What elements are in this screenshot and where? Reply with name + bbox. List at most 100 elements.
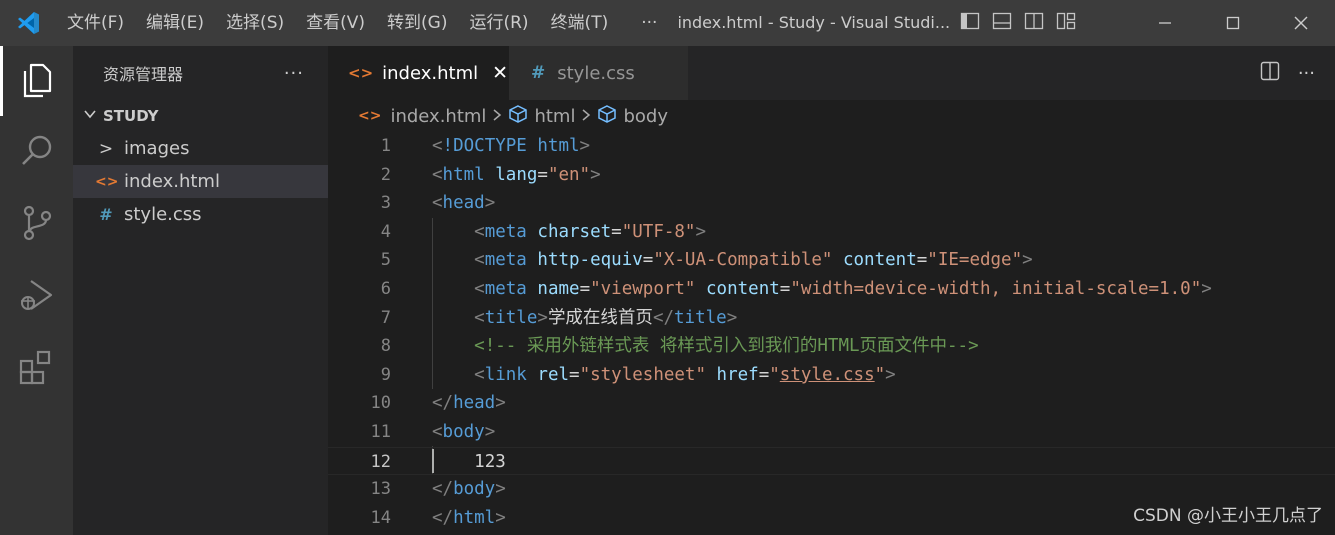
menu-item[interactable]: 运行(R)	[458, 0, 539, 46]
code-token: </	[652, 307, 675, 328]
source-control-activity-button[interactable]	[0, 190, 73, 260]
code-line[interactable]: 12 123	[328, 446, 1335, 477]
extensions-activity-button[interactable]	[0, 334, 73, 404]
code-token: head	[453, 393, 496, 414]
code-text: <title>学成在线首页</title>	[432, 304, 737, 333]
breadcrumb-body[interactable]: body	[623, 106, 668, 127]
code-token: "IE=edge"	[927, 250, 1023, 271]
code-token: >	[885, 364, 896, 385]
toggle-secondary-sidebar-icon[interactable]	[1024, 11, 1044, 35]
code-line[interactable]: 7 <title>学成在线首页</title>	[328, 304, 1335, 333]
search-icon	[19, 133, 55, 173]
code-line[interactable]: 6 <meta name="viewport" content="width=d…	[328, 275, 1335, 304]
menu-item[interactable]: 查看(V)	[295, 0, 376, 46]
customize-layout-icon[interactable]	[1056, 11, 1076, 35]
code-text: 123	[432, 448, 506, 477]
file-tree: > images <> index.html # style.css	[73, 132, 328, 231]
chevron-right-icon: >	[98, 138, 114, 159]
split-editor-icon[interactable]	[1260, 61, 1280, 85]
run-debug-icon	[18, 276, 56, 318]
code-text: <!DOCTYPE html>	[432, 132, 590, 161]
tab-index-html[interactable]: <> index.html ✕	[328, 46, 509, 100]
code-token: href	[716, 364, 759, 385]
watermark: CSDN @小王小王几点了	[1133, 506, 1323, 526]
code-line[interactable]: 1 <!DOCTYPE html>	[328, 132, 1335, 161]
tab-style-css[interactable]: # style.css	[509, 46, 688, 100]
code-token: >	[726, 307, 738, 328]
code-line[interactable]: 2 <html lang="en">	[328, 161, 1335, 190]
code-token: title	[484, 307, 538, 328]
window-title: index.html - Study - Visual Studi...	[677, 13, 951, 32]
code-line[interactable]: 4 <meta charset="UTF-8">	[328, 218, 1335, 247]
code-token: <	[432, 193, 443, 214]
toggle-primary-sidebar-icon[interactable]	[960, 11, 980, 35]
code-token: =	[758, 364, 770, 385]
code-token: >	[590, 164, 601, 185]
breadcrumb-file[interactable]: index.html	[390, 106, 486, 127]
code-text: <link rel="stylesheet" href="style.css">	[432, 361, 896, 390]
code-token: "	[769, 364, 780, 385]
code-line[interactable]: 11 <body>	[328, 418, 1335, 447]
code-line[interactable]: 10 </head>	[328, 389, 1335, 418]
file-tree-item[interactable]: > images	[73, 132, 328, 165]
code-token: name	[537, 279, 580, 299]
title-bar: 文件(F) 编辑(E) 选择(S) 查看(V) 转到(G) 运行(R) 终端(T) ··· …	[0, 0, 1335, 46]
code-text: <meta charset="UTF-8">	[432, 218, 706, 247]
line-number: 5	[380, 250, 391, 271]
chevron-down-icon	[83, 107, 103, 125]
code-token: !DOCTYPE	[442, 136, 527, 156]
code-token: </	[432, 393, 454, 414]
code-token: meta	[484, 279, 527, 299]
code-text: <!-- 采用外链样式表 将样式引入到我们的HTML页面文件中-->	[432, 332, 979, 361]
code-line[interactable]: 9 <link rel="stylesheet" href="style.css…	[328, 361, 1335, 390]
minimize-button[interactable]	[1131, 0, 1199, 46]
html-file-icon: <>	[348, 64, 374, 82]
explorer-activity-button[interactable]	[0, 46, 73, 116]
file-tree-label: images	[124, 138, 190, 159]
code-token: >	[537, 307, 548, 328]
breadcrumb-html[interactable]: html	[534, 106, 575, 127]
search-activity-button[interactable]	[0, 118, 73, 188]
run-debug-activity-button[interactable]	[0, 262, 73, 332]
file-tree-item[interactable]: <> index.html	[73, 165, 328, 198]
code-line[interactable]: 5 <meta http-equiv="X-UA-Compatible" con…	[328, 246, 1335, 275]
text-cursor	[432, 448, 434, 473]
code-token: "viewport"	[590, 279, 696, 299]
menu-item[interactable]: 编辑(E)	[135, 0, 215, 46]
line-number: 7	[380, 307, 391, 328]
code-token: >	[495, 393, 506, 414]
toggle-panel-icon[interactable]	[992, 11, 1012, 35]
code-line[interactable]: 8 <!-- 采用外链样式表 将样式引入到我们的HTML页面文件中-->	[328, 332, 1335, 361]
menu-item[interactable]: 转到(G)	[376, 0, 458, 46]
code-token: =	[916, 250, 928, 271]
file-tree-item[interactable]: # style.css	[73, 198, 328, 231]
code-token: rel	[537, 364, 570, 385]
code-text: </body>	[432, 475, 506, 504]
menu-more-button[interactable]: ···	[619, 0, 671, 46]
menu-item[interactable]: 选择(S)	[215, 0, 295, 46]
code-token: <	[474, 307, 485, 328]
folder-study[interactable]: STUDY	[73, 100, 328, 132]
menu-item[interactable]: 终端(T)	[540, 0, 620, 46]
code-token: <!-- 采用外链样式表 将样式引入到我们的HTML页面文件中-->	[474, 336, 979, 357]
close-icon[interactable]: ✕	[492, 62, 508, 84]
code-token: 学成在线首页	[547, 307, 653, 328]
code-text: <head>	[432, 189, 495, 218]
code-token: </	[432, 507, 454, 528]
maximize-button[interactable]	[1199, 0, 1267, 46]
menu-item[interactable]: 文件(F)	[56, 0, 135, 46]
code-line[interactable]: 13 </body>	[328, 475, 1335, 504]
code-token: =	[579, 279, 591, 299]
code-token: <	[474, 279, 485, 299]
explorer-more-actions-button[interactable]: ···	[284, 63, 304, 84]
code-text: </html>	[432, 504, 506, 533]
chevron-right-icon	[492, 106, 502, 127]
editor-more-actions-button[interactable]: ···	[1298, 63, 1315, 84]
code-editor[interactable]: 1 <!DOCTYPE html> 2 <html lang="en"> 3 <head>…	[328, 132, 1335, 535]
code-line[interactable]: 3 <head>	[328, 189, 1335, 218]
close-window-button[interactable]	[1267, 0, 1335, 46]
